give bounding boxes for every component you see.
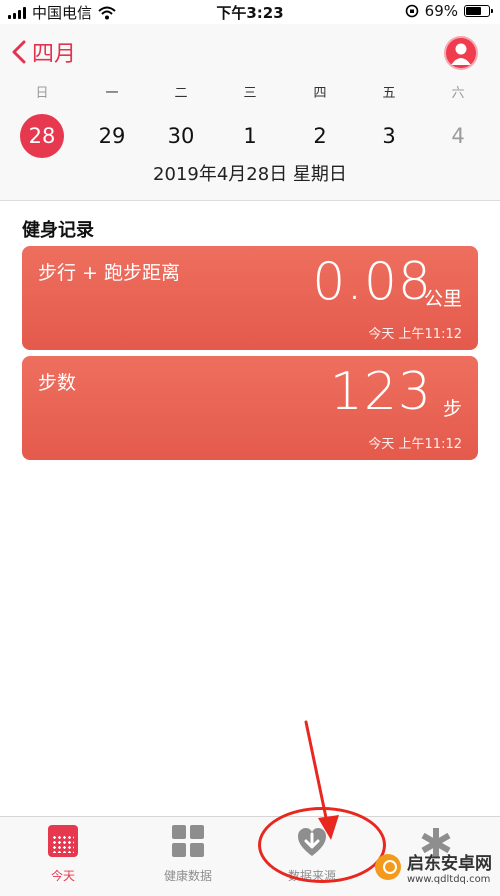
tab-health-data[interactable]: 健康数据 xyxy=(138,825,238,884)
date-29[interactable]: 29 xyxy=(90,114,134,158)
orientation-lock-icon xyxy=(405,4,418,18)
watermark-url: www.qdltdq.com xyxy=(407,874,491,885)
card-time: 今天 上午11:12 xyxy=(368,327,462,342)
tab-today[interactable]: 今天 xyxy=(13,825,113,884)
card-unit: 步 xyxy=(442,398,462,420)
status-bar: 中国电信 下午3:23 69% xyxy=(0,0,500,24)
watermark-name: 启东安卓网 xyxy=(407,854,492,874)
weekday-row: 日 一 二 三 四 五 六 xyxy=(0,82,500,102)
watermark-text: 启东安卓网 www.qdltdq.com xyxy=(407,849,492,885)
grid-icon xyxy=(170,825,206,861)
card-unit: 公里 xyxy=(423,288,462,310)
full-date-label: 2019年4月28日 星期日 xyxy=(153,164,347,185)
date-3[interactable]: 3 xyxy=(367,114,411,158)
watermark: 启东安卓网 www.qdltdq.com xyxy=(375,849,492,885)
calendar-header: 四月 日 一 二 三 四 五 六 28 29 30 1 2 3 4 2019年4… xyxy=(0,24,500,201)
back-button[interactable]: 四月 xyxy=(10,36,76,68)
card-value: 0.08 xyxy=(312,252,432,312)
battery-percent: 69% xyxy=(424,2,458,20)
tab-label: 健康数据 xyxy=(163,869,212,883)
watermark-logo-icon xyxy=(375,854,401,880)
card-title: 步行 + 跑步距离 xyxy=(38,262,180,284)
section-title: 健身记录 xyxy=(22,220,94,241)
card-value: 123 xyxy=(329,362,432,422)
card-time: 今天 上午11:12 xyxy=(368,437,462,452)
steps-card[interactable]: 步数 123 步 今天 上午11:12 xyxy=(22,356,478,460)
weekday-tue: 二 xyxy=(174,86,188,101)
weekday-mon: 一 xyxy=(105,86,119,101)
back-label: 四月 xyxy=(32,42,77,67)
distance-card[interactable]: 步行 + 跑步距离 0.08 公里 今天 上午11:12 xyxy=(22,246,478,350)
date-2[interactable]: 2 xyxy=(298,114,342,158)
weekday-wed: 三 xyxy=(243,86,257,101)
chevron-left-icon xyxy=(12,40,26,64)
date-28-selected[interactable]: 28 xyxy=(20,114,64,158)
card-title: 步数 xyxy=(38,372,77,394)
date-1[interactable]: 1 xyxy=(228,114,272,158)
tab-label: 今天 xyxy=(50,869,75,883)
calendar-icon xyxy=(45,825,81,861)
status-right: 69% xyxy=(405,2,493,20)
profile-avatar-icon[interactable] xyxy=(444,36,478,70)
date-4[interactable]: 4 xyxy=(436,114,480,158)
weekday-thu: 四 xyxy=(313,86,327,101)
date-30[interactable]: 30 xyxy=(159,114,203,158)
date-row: 28 29 30 1 2 3 4 xyxy=(0,114,500,158)
weekday-sun: 日 xyxy=(35,86,49,101)
annotation-circle xyxy=(258,807,386,883)
weekday-fri: 五 xyxy=(382,86,396,101)
weekday-sat: 六 xyxy=(451,86,465,101)
battery-icon xyxy=(464,5,493,17)
